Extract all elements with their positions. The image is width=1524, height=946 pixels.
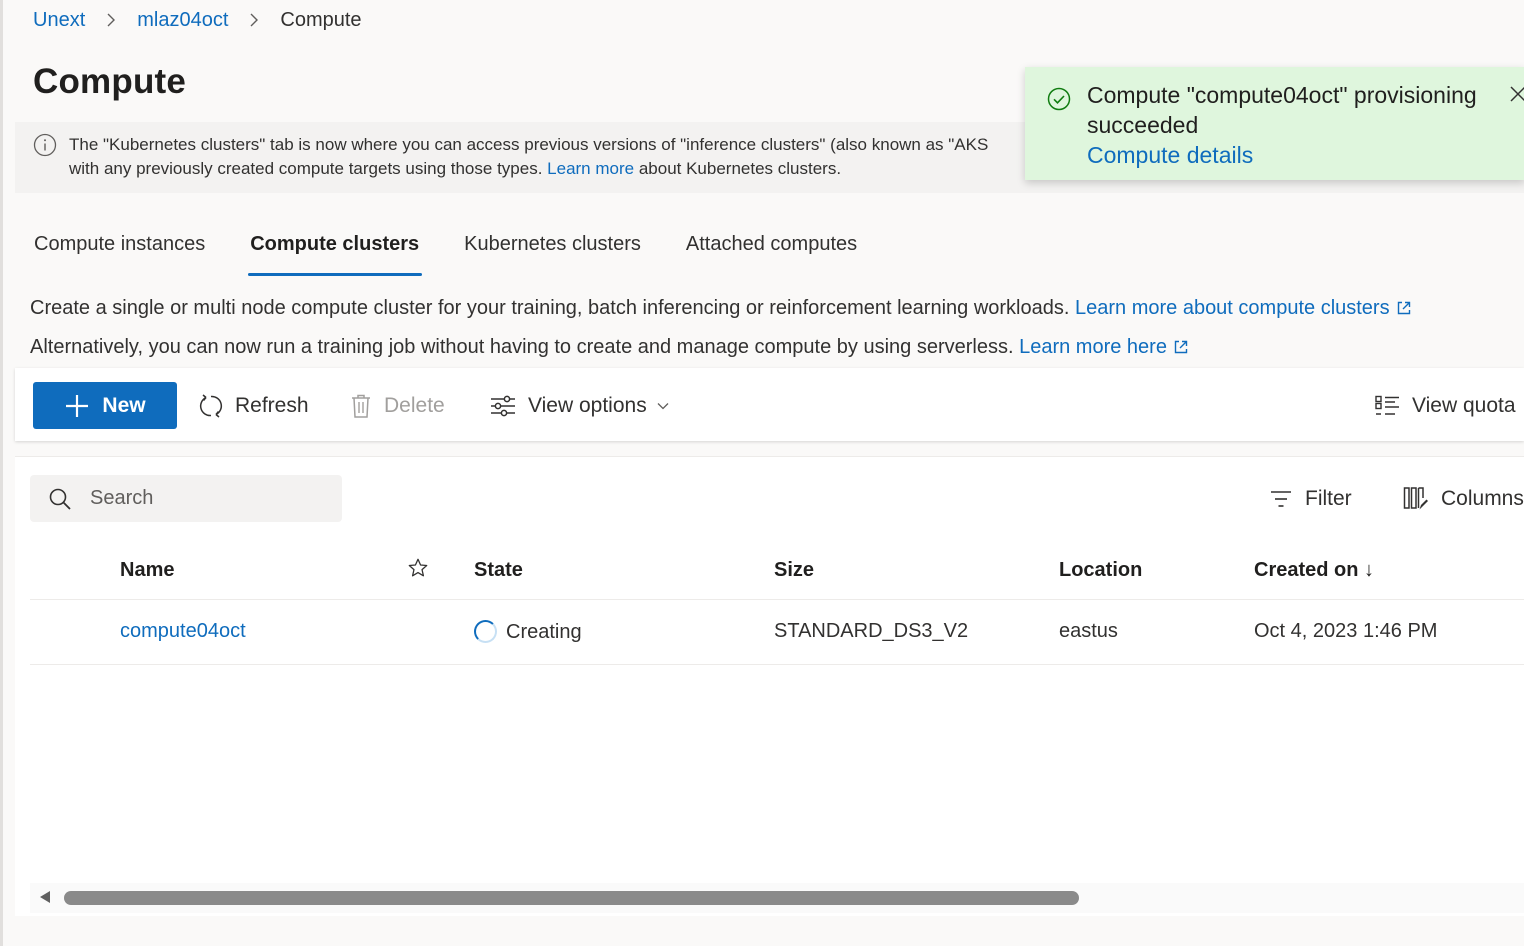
page-title: Compute: [33, 62, 187, 101]
columns-icon: [1403, 487, 1428, 510]
search-icon: [49, 488, 71, 510]
info-icon: [33, 133, 57, 162]
external-link-icon: [1396, 299, 1412, 322]
refresh-button[interactable]: Refresh: [199, 382, 309, 429]
command-bar: New Refresh Delete View options View quo…: [15, 368, 1524, 441]
compute-details-link[interactable]: Compute details: [1087, 140, 1253, 170]
column-header-created-on[interactable]: Created on ↓: [1254, 559, 1374, 582]
filter-button[interactable]: Filter: [1269, 484, 1352, 514]
view-options-button[interactable]: View options: [490, 382, 669, 429]
state-cell: Creating: [474, 620, 582, 644]
favorite-star-icon[interactable]: [407, 557, 429, 585]
description-line2: Alternatively, you can now run a trainin…: [30, 336, 1189, 361]
view-quota-button-label: View quota: [1412, 393, 1516, 417]
search-box[interactable]: [30, 475, 342, 522]
learn-more-serverless-label: Learn more here: [1019, 336, 1167, 358]
options-sliders-icon: [491, 395, 515, 416]
description-line1: Create a single or multi node compute cl…: [30, 297, 1412, 322]
trash-icon: [352, 394, 370, 418]
filter-button-label: Filter: [1305, 487, 1352, 510]
new-button[interactable]: New: [33, 382, 177, 429]
search-input[interactable]: [90, 483, 330, 514]
breadcrumb: Unext mlaz04oct Compute: [33, 7, 362, 33]
external-link-icon: [1173, 338, 1189, 361]
tab-kubernetes-clusters[interactable]: Kubernetes clusters: [464, 228, 641, 276]
column-header-location[interactable]: Location: [1059, 559, 1142, 582]
learn-more-compute-clusters-label: Learn more about compute clusters: [1074, 297, 1390, 319]
column-header-size[interactable]: Size: [774, 559, 814, 582]
chevron-right-icon: [85, 9, 137, 32]
close-icon[interactable]: [1509, 85, 1524, 110]
state-text: Creating: [506, 621, 582, 643]
new-button-label: New: [102, 393, 146, 417]
scrollbar-thumb[interactable]: [64, 891, 1079, 905]
breadcrumb-current: Compute: [280, 8, 362, 31]
chevron-down-icon: [657, 402, 669, 409]
learn-more-link[interactable]: Learn more: [547, 159, 634, 178]
description-text2: Alternatively, you can now run a trainin…: [30, 336, 1014, 358]
delete-button-label: Delete: [384, 393, 445, 417]
plus-icon: [66, 394, 89, 417]
created-on-cell: Oct 4, 2023 1:46 PM: [1254, 620, 1438, 642]
description-text1: Create a single or multi node compute cl…: [30, 297, 1070, 319]
breadcrumb-workspace[interactable]: mlaz04oct: [137, 9, 228, 32]
table-header: Name State Size Location Created on ↓: [30, 547, 1524, 600]
delete-button[interactable]: Delete: [350, 382, 445, 429]
view-options-button-label: View options: [528, 393, 647, 417]
filter-icon: [1271, 491, 1291, 507]
compute-name-link[interactable]: compute04oct: [120, 620, 246, 643]
success-check-icon: [1047, 87, 1071, 116]
refresh-icon: [199, 393, 223, 418]
breadcrumb-workspace-hub[interactable]: Unext: [33, 9, 85, 32]
horizontal-scrollbar[interactable]: [30, 883, 1524, 913]
table-row[interactable]: compute04oct Creating STANDARD_DS3_V2 ea…: [30, 600, 1524, 665]
chevron-right-icon: [228, 9, 280, 32]
size-cell: STANDARD_DS3_V2: [774, 620, 969, 642]
columns-button[interactable]: Columns: [1403, 484, 1524, 514]
toast-message: Compute "compute04oct" provisioning succ…: [1087, 82, 1477, 138]
info-banner-line2-pre: with any previously created compute targ…: [69, 159, 543, 178]
column-header-name[interactable]: Name: [120, 559, 174, 582]
info-banner-line2-post: about Kubernetes clusters.: [638, 159, 842, 178]
compute-tabs: Compute instances Compute clusters Kuber…: [34, 228, 902, 276]
success-toast: Compute "compute04oct" provisioning succ…: [1025, 67, 1524, 180]
list-quota-icon: [1375, 395, 1399, 415]
tab-attached-computes[interactable]: Attached computes: [686, 228, 857, 276]
column-header-state[interactable]: State: [474, 559, 523, 582]
refresh-button-label: Refresh: [235, 393, 309, 417]
tab-compute-instances[interactable]: Compute instances: [34, 228, 205, 276]
compute-clusters-grid: Filter Columns Name State Size Location …: [15, 456, 1524, 916]
view-quota-button[interactable]: View quota: [1375, 382, 1516, 429]
scroll-left-arrow-icon[interactable]: [40, 891, 50, 903]
tab-compute-clusters[interactable]: Compute clusters: [248, 228, 423, 276]
columns-button-label: Columns: [1441, 487, 1524, 510]
spinner-icon: [474, 620, 497, 643]
learn-more-compute-clusters-link[interactable]: Learn more about compute clusters: [1075, 297, 1412, 319]
location-cell: eastus: [1059, 620, 1118, 642]
left-border: [0, 0, 3, 946]
learn-more-serverless-link[interactable]: Learn more here: [1019, 336, 1189, 358]
